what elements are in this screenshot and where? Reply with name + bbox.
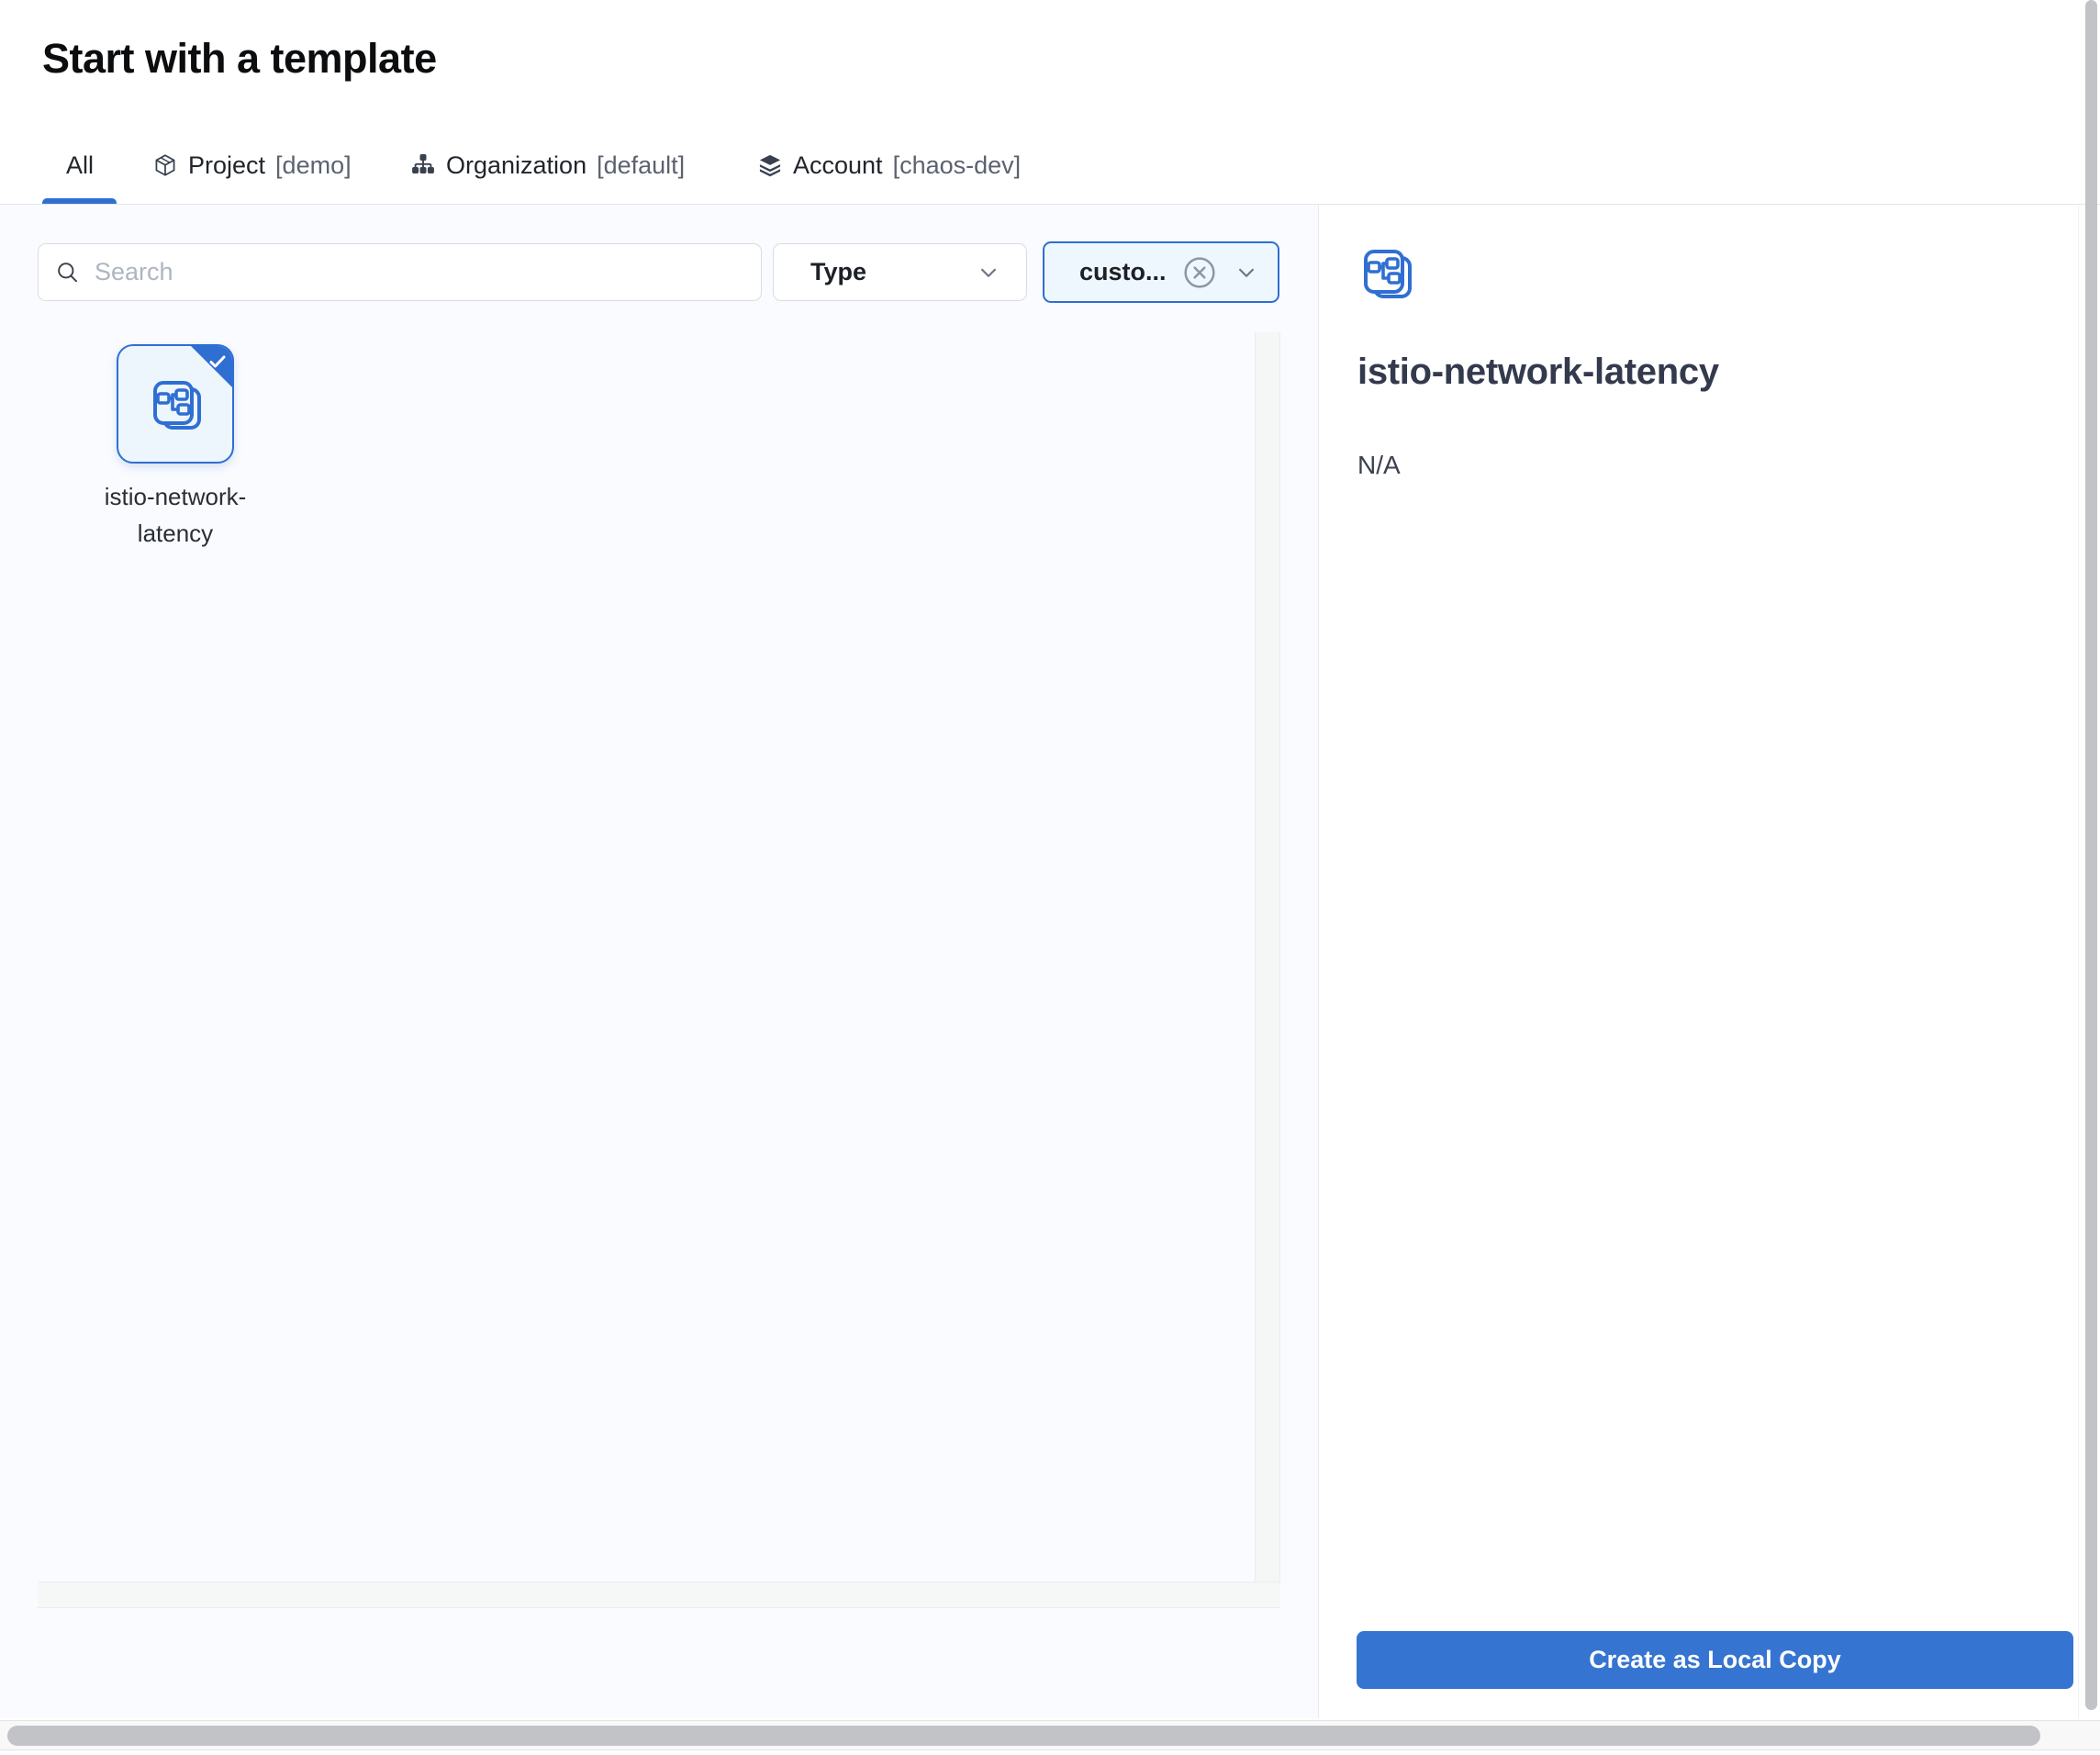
page-horizontal-scrollbar-track[interactable] — [0, 1720, 2100, 1750]
start-with-template-dialog: Start with a template All Project [demo]… — [0, 0, 2100, 1755]
chevron-down-icon — [975, 259, 1002, 286]
active-filter-label: custo... — [1079, 258, 1167, 286]
tab-organization[interactable]: Organization [default] — [410, 145, 685, 185]
template-details-panel: istio-network-latency N/A Create as Loca… — [1320, 205, 2079, 1718]
sitemap-icon — [410, 152, 436, 178]
tab-project-scope: [demo] — [275, 151, 352, 180]
create-as-local-copy-button[interactable]: Create as Local Copy — [1357, 1631, 2073, 1689]
page-horizontal-scrollbar-thumb[interactable] — [7, 1726, 2040, 1746]
tab-account-scope: [chaos-dev] — [893, 151, 1022, 180]
cube-icon — [152, 152, 178, 178]
search-icon — [55, 260, 80, 285]
tab-all-label: All — [66, 151, 94, 180]
tab-project[interactable]: Project [demo] — [152, 145, 352, 185]
active-filter-dropdown[interactable]: custo... — [1043, 241, 1279, 303]
template-icon — [1361, 248, 1414, 301]
type-filter-dropdown[interactable]: Type — [773, 243, 1027, 301]
template-list-panel: Type custo... — [0, 205, 1319, 1718]
tab-organization-label: Organization — [446, 151, 586, 180]
template-detail-description: N/A — [1357, 451, 1401, 480]
layers-icon — [757, 152, 783, 178]
page-title: Start with a template — [42, 35, 437, 83]
type-filter-label: Type — [810, 258, 975, 286]
template-tile — [117, 344, 234, 464]
tab-project-label: Project — [188, 151, 265, 180]
tab-account-label: Account — [793, 151, 883, 180]
list-horizontal-scrollbar-track[interactable] — [38, 1582, 1280, 1608]
tab-all[interactable]: All — [66, 145, 94, 185]
list-vertical-scrollbar-track[interactable] — [1255, 332, 1280, 1582]
template-detail-title: istio-network-latency — [1357, 352, 1719, 393]
create-as-local-copy-label: Create as Local Copy — [1589, 1646, 1841, 1674]
check-icon — [207, 351, 229, 373]
chevron-down-icon — [1233, 259, 1260, 286]
template-card-istio-network-latency[interactable]: istio-network-latency — [84, 344, 267, 552]
template-card-label: istio-network-latency — [84, 478, 267, 552]
clear-filter-icon[interactable] — [1181, 254, 1218, 291]
page-vertical-scrollbar-thumb[interactable] — [2085, 0, 2097, 1710]
search-input[interactable] — [95, 258, 744, 286]
tab-account[interactable]: Account [chaos-dev] — [757, 145, 1021, 185]
search-box — [38, 243, 762, 301]
tab-organization-scope: [default] — [597, 151, 685, 180]
